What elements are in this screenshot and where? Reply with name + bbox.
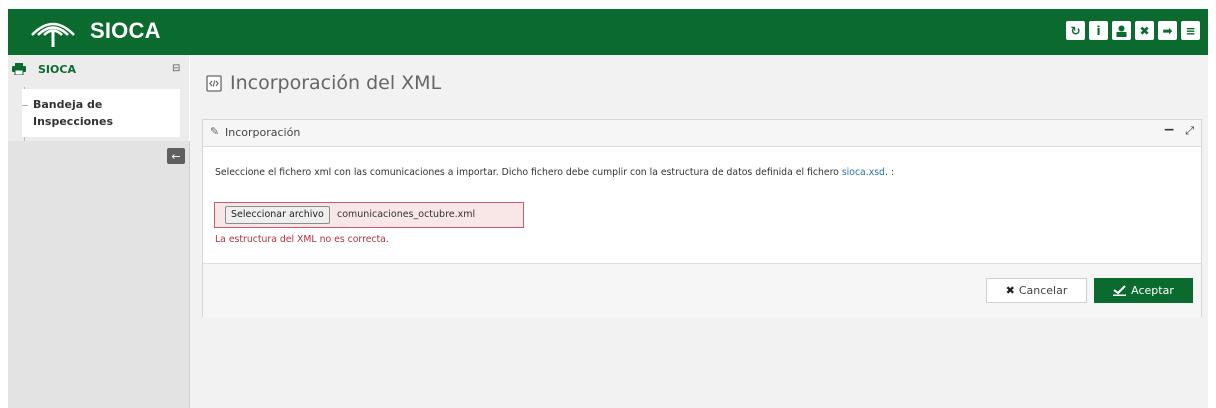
cancel-button[interactable]: ✖ Cancelar: [986, 278, 1087, 303]
intro-text: Seleccione el fichero xml con las comuni…: [215, 167, 895, 178]
expand-icon[interactable]: ⤢: [1185, 124, 1194, 138]
user-icon[interactable]: [1112, 21, 1131, 40]
main-content: Incorporación del XML ✎ Incorporación − …: [190, 55, 1208, 408]
logo-icon: [31, 22, 75, 47]
sidebar-header[interactable]: SIOCA ⊟: [8, 55, 189, 87]
sidebar: SIOCA ⊟ Bandeja de Inspecciones ←: [8, 55, 190, 408]
panel-title: Incorporación: [225, 126, 301, 139]
logout-icon[interactable]: ➡: [1158, 21, 1177, 40]
close-icon: ✖: [1005, 284, 1015, 297]
xml-file-icon: [206, 74, 222, 92]
accept-label: Aceptar: [1131, 284, 1174, 297]
sidebar-item-label-2: Inspecciones: [33, 115, 114, 128]
minimize-icon[interactable]: −: [1163, 122, 1175, 138]
choose-file-button[interactable]: Seleccionar archivo: [225, 206, 330, 224]
validation-error: La estructura del XML no es correcta.: [215, 234, 389, 245]
sidebar-header-label: SIOCA: [38, 63, 76, 76]
printer-icon: [12, 63, 26, 75]
refresh-icon[interactable]: ↻: [1066, 21, 1085, 40]
collapse-icon[interactable]: ⊟: [172, 63, 180, 74]
accept-button[interactable]: Aceptar: [1094, 278, 1193, 303]
fullscreen-icon[interactable]: ✖: [1135, 21, 1154, 40]
file-input[interactable]: Seleccionar archivo comunicaciones_octub…: [214, 202, 524, 228]
incorporacion-panel: ✎ Incorporación − ⤢ Seleccione el ficher…: [202, 119, 1202, 317]
cancel-label: Cancelar: [1018, 284, 1068, 297]
edit-icon: ✎: [210, 125, 220, 138]
xsd-link[interactable]: sioca.xsd: [842, 167, 885, 178]
panel-footer: ✖ Cancelar Aceptar: [203, 263, 1201, 317]
app-brand: SIOCA: [90, 18, 161, 43]
check-icon: [1113, 285, 1127, 296]
sidebar-toggle-icon[interactable]: ←: [167, 148, 185, 164]
sidebar-body: [8, 141, 190, 408]
menu-icon[interactable]: ≡: [1181, 21, 1200, 40]
selected-file-name: comunicaciones_octubre.xml: [337, 209, 476, 220]
sidebar-item-label-1: Bandeja de: [33, 98, 103, 111]
panel-header: ✎ Incorporación − ⤢: [203, 120, 1201, 147]
top-bar: SIOCA ↻ i ✖ ➡ ≡: [8, 9, 1208, 55]
info-icon[interactable]: i: [1089, 21, 1108, 40]
page-title: Incorporación del XML: [230, 72, 442, 94]
sidebar-item-bandeja[interactable]: Bandeja de Inspecciones: [22, 89, 180, 137]
